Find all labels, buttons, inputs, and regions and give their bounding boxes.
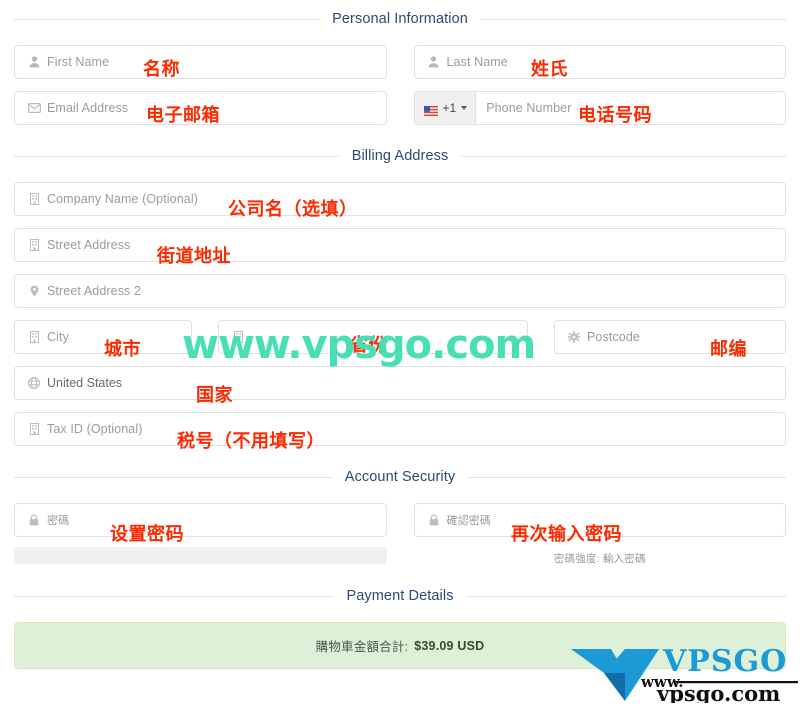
globe-icon — [21, 377, 47, 389]
section-header-billing-address: Billing Address — [0, 143, 800, 169]
row-company: Company Name (Optional) — [0, 182, 800, 216]
map-pin-icon — [21, 285, 47, 297]
company-name-placeholder: Company Name (Optional) — [47, 192, 198, 206]
email-placeholder: Email Address — [47, 101, 129, 115]
cart-total-alert: 購物車金額合計: $39.09 USD — [14, 622, 786, 669]
col-state — [218, 320, 528, 354]
section-header-account-security: Account Security — [0, 464, 800, 490]
dial-code: +1 — [442, 101, 457, 115]
divider-left — [14, 595, 334, 597]
password-placeholder: 密碼 — [47, 515, 70, 527]
phone-field[interactable]: +1 Phone Number — [413, 91, 786, 125]
row-city-state-postcode: City Postcode — [0, 320, 800, 354]
tax-id-field[interactable]: Tax ID (Optional) — [14, 412, 786, 446]
col-country: United States — [14, 366, 786, 400]
email-field[interactable]: Email Address — [14, 91, 387, 125]
section-title: Billing Address — [351, 148, 449, 164]
row-tax-id: Tax ID (Optional) — [0, 412, 800, 446]
street-address-field[interactable]: Street Address — [14, 228, 786, 262]
country-select[interactable]: United States — [14, 366, 786, 400]
row-street2: Street Address 2 — [0, 274, 800, 308]
cart-total-amount: $39.09 USD — [414, 638, 485, 653]
postcode-placeholder: Postcode — [587, 330, 640, 344]
city-field[interactable]: City — [14, 320, 192, 354]
country-value: United States — [47, 376, 123, 390]
us-flag-icon — [423, 103, 438, 116]
col-email: Email Address — [14, 91, 387, 125]
building-icon — [225, 331, 251, 343]
section-header-personal-information: Personal Information — [0, 6, 800, 32]
svg-text:vpsgo.com: vpsgo.com — [656, 681, 780, 703]
street-address-2-placeholder: Street Address 2 — [47, 284, 142, 298]
building-icon — [21, 239, 47, 251]
confirm-password-placeholder: 確認密碼 — [446, 515, 491, 527]
col-confirm-password: 確認密碼 密碼強度: 輸入密碼 — [413, 503, 786, 566]
col-first-name: First Name — [14, 45, 387, 79]
password-strength-bar — [14, 547, 387, 564]
lock-icon — [21, 514, 47, 526]
last-name-field[interactable]: Last Name — [413, 45, 786, 79]
building-icon — [21, 423, 47, 435]
col-street2: Street Address 2 — [14, 274, 786, 308]
divider-right — [466, 595, 787, 597]
section-header-payment-details: Payment Details — [0, 583, 800, 609]
divider-right — [461, 155, 787, 157]
divider-right — [468, 476, 786, 478]
divider-left — [14, 155, 339, 157]
col-password: 密碼 — [14, 503, 387, 566]
divider-left — [14, 476, 332, 478]
city-placeholder: City — [47, 330, 69, 344]
section-title: Personal Information — [332, 11, 468, 27]
company-name-field[interactable]: Company Name (Optional) — [14, 182, 786, 216]
postcode-field[interactable]: Postcode — [554, 320, 786, 354]
col-postcode: Postcode — [554, 320, 786, 354]
envelope-icon — [21, 103, 47, 113]
row-name: First Name Last Name — [0, 45, 800, 79]
first-name-field[interactable]: First Name — [14, 45, 387, 79]
row-street1: Street Address — [0, 228, 800, 262]
col-city: City — [14, 320, 192, 354]
gear-icon — [561, 331, 587, 343]
row-passwords: 密碼 確認密碼 密碼強度: 輸入密碼 — [0, 503, 800, 566]
section-title: Payment Details — [346, 588, 454, 604]
col-last-name: Last Name — [413, 45, 786, 79]
first-name-placeholder: First Name — [47, 55, 110, 69]
person-icon — [21, 56, 47, 68]
row-country: United States — [0, 366, 800, 400]
person-icon — [421, 56, 447, 68]
country-code-selector[interactable]: +1 — [414, 92, 477, 124]
divider-left — [14, 18, 320, 20]
cart-total-label: 購物車金額合計: — [315, 640, 409, 654]
svg-text:www.: www. — [640, 673, 683, 691]
password-strength-hint: 密碼強度: 輸入密碼 — [553, 553, 646, 565]
phone-placeholder: Phone Number — [486, 101, 572, 115]
chevron-down-icon — [461, 106, 468, 110]
row-contact: Email Address +1 Phone Number — [0, 91, 800, 125]
col-tax-id: Tax ID (Optional) — [14, 412, 786, 446]
last-name-placeholder: Last Name — [446, 55, 508, 69]
building-icon — [21, 331, 47, 343]
street-address-placeholder: Street Address — [47, 238, 131, 252]
tax-id-placeholder: Tax ID (Optional) — [47, 422, 143, 436]
col-phone: +1 Phone Number — [413, 91, 786, 125]
lock-icon — [421, 514, 447, 526]
confirm-password-field[interactable]: 確認密碼 — [413, 503, 786, 537]
street-address-2-field[interactable]: Street Address 2 — [14, 274, 786, 308]
col-street1: Street Address — [14, 228, 786, 262]
divider-right — [480, 18, 787, 20]
state-field[interactable] — [218, 320, 528, 354]
section-title: Account Security — [344, 469, 456, 485]
col-company: Company Name (Optional) — [14, 182, 786, 216]
registration-form-page: Personal Information First Name Last Nam… — [0, 6, 800, 706]
building-icon — [21, 193, 47, 205]
password-field[interactable]: 密碼 — [14, 503, 387, 537]
